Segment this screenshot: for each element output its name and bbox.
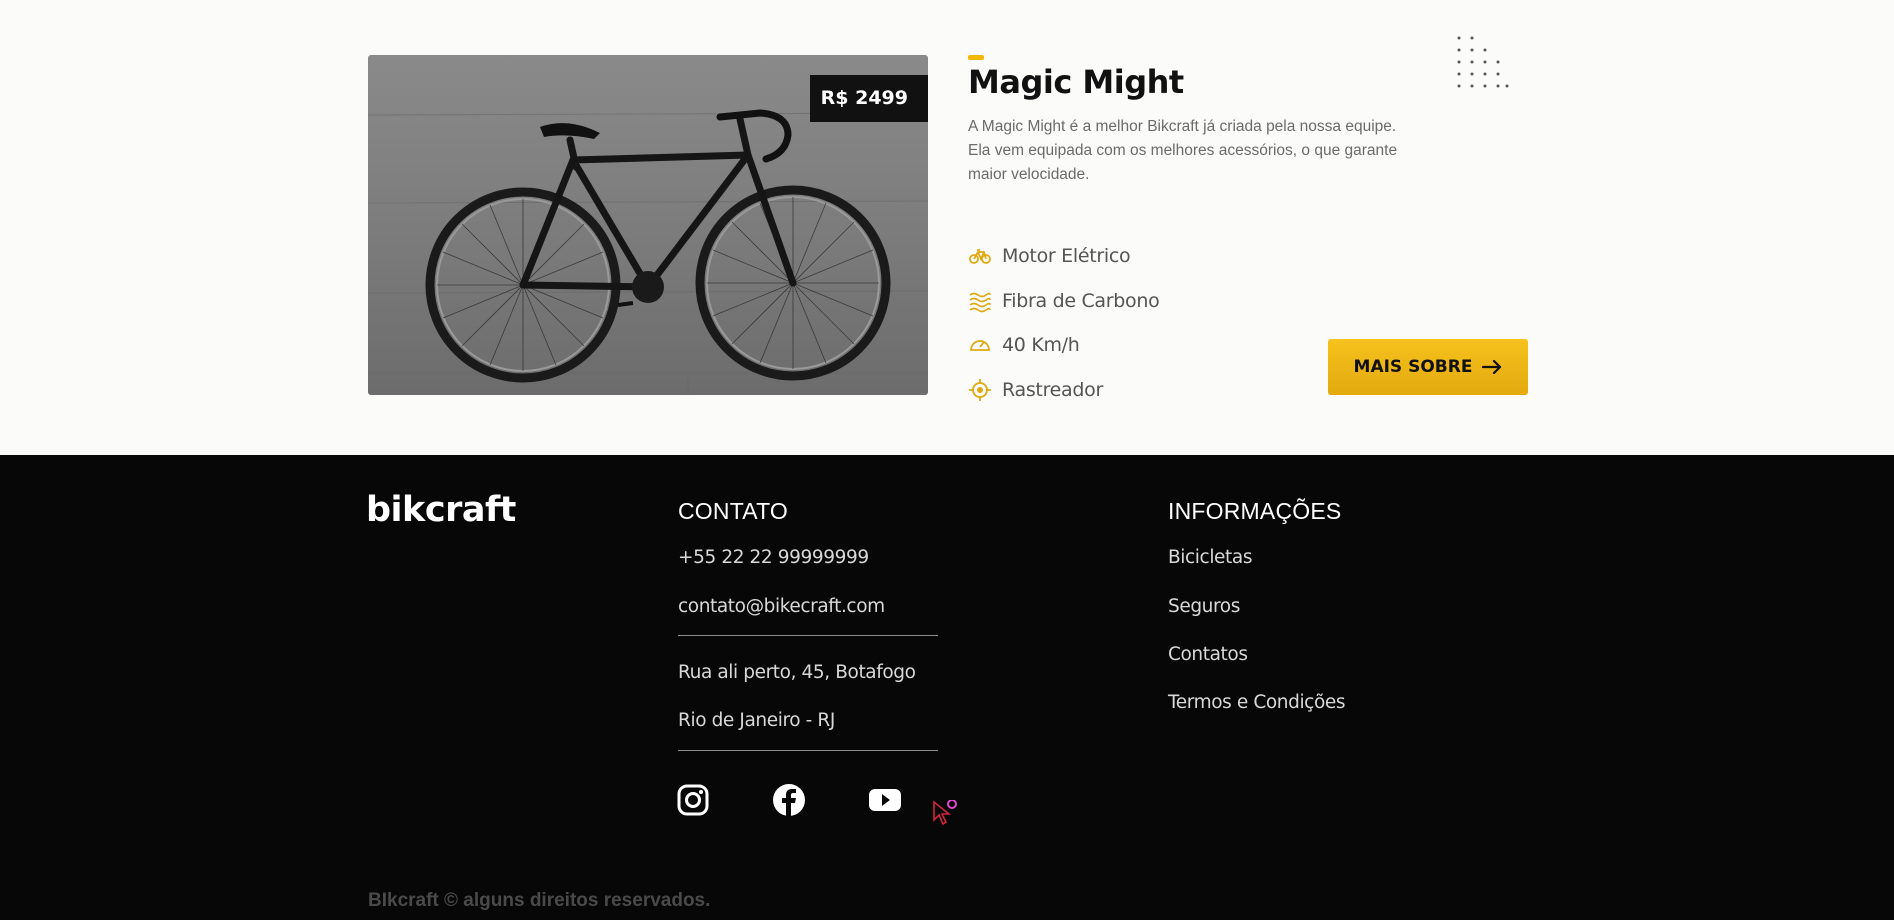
product-title: Magic Might [968, 63, 1184, 101]
more-about-label: MAIS SOBRE [1353, 357, 1473, 377]
info-link-bicicletas[interactable]: Bicicletas [1168, 547, 1252, 568]
contact-heading: CONTATO [678, 498, 789, 524]
copyright: BIkcraft © alguns direitos reservados. [368, 890, 711, 911]
contact-divider [678, 635, 938, 636]
dots-decoration [1457, 36, 1509, 88]
price-tag: R$ 2499 [809, 75, 928, 122]
info-heading: INFORMAÇÕES [1168, 498, 1342, 524]
address-line2: Rio de Janeiro - RJ [678, 710, 835, 731]
feature-item: Fibra de Carbono [968, 279, 1160, 324]
arrow-right-icon [1482, 360, 1502, 374]
speedometer-icon [970, 340, 990, 352]
feature-item: 40 Km/h [968, 323, 1159, 368]
bike-icon [969, 249, 991, 265]
waves-icon [969, 292, 991, 313]
title-accent [968, 55, 984, 60]
footer: bikcraft CONTATO +55 22 22 99999999 cont… [0, 455, 1894, 920]
product-section: R$ 2499 Magic Might A Magic Might é a me… [0, 0, 1894, 455]
contact-phone[interactable]: +55 22 22 99999999 [678, 547, 869, 568]
address-divider [678, 750, 938, 751]
feature-item: Rastreador [968, 368, 1159, 413]
cursor-icon [933, 800, 957, 826]
feature-item: Motor Elétrico [968, 234, 1159, 279]
instagram-icon[interactable] [676, 783, 710, 817]
bike-photo: R$ 2499 [368, 55, 928, 395]
footer-logo[interactable]: bikcraft [366, 490, 516, 530]
target-icon [969, 378, 991, 401]
info-link-contatos[interactable]: Contatos [1168, 644, 1248, 665]
contact-email[interactable]: contato@bikecraft.com [678, 596, 885, 617]
youtube-icon[interactable] [868, 783, 902, 817]
info-link-termos[interactable]: Termos e Condições [1168, 692, 1346, 713]
info-link-seguros[interactable]: Seguros [1168, 596, 1240, 617]
more-about-button[interactable]: MAIS SOBRE [1328, 339, 1528, 395]
product-description: A Magic Might é a melhor Bikcraft já cri… [968, 118, 1398, 183]
feature-list: Motor Elétrico Fibra de Carbono 40 Km/h … [968, 234, 1160, 413]
address-line1: Rua ali perto, 45, Botafogo [678, 662, 916, 683]
facebook-icon[interactable] [772, 783, 806, 817]
